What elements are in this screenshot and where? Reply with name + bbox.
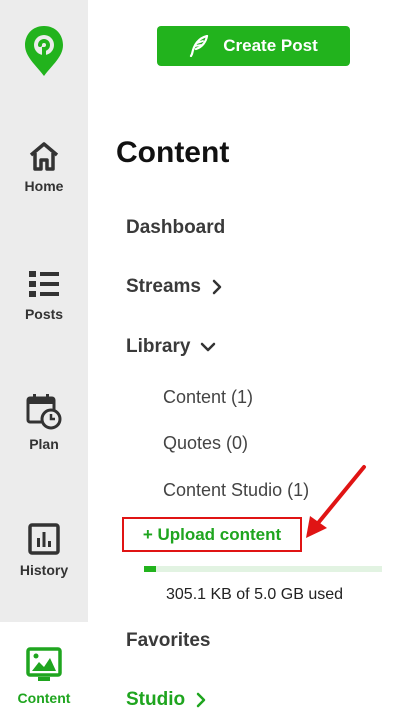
sidebar-item-content[interactable]: Content <box>0 646 88 706</box>
nav-library[interactable]: Library <box>126 336 216 358</box>
upload-highlight-box: + Upload content <box>122 517 302 552</box>
sidebar-item-posts[interactable]: Posts <box>0 268 88 322</box>
sidebar-item-label: History <box>19 562 69 578</box>
app-logo-icon[interactable] <box>23 24 65 78</box>
library-item-content[interactable]: Content (1) <box>163 387 253 408</box>
nav-favorites-label: Favorites <box>126 630 211 651</box>
sidebar-item-label: Home <box>24 178 64 194</box>
bar-chart-icon <box>28 523 60 555</box>
chevron-down-icon <box>201 342 216 352</box>
chevron-right-icon <box>212 279 222 295</box>
library-item-content-studio[interactable]: Content Studio (1) <box>163 480 309 501</box>
nav-dashboard-label: Dashboard <box>126 217 226 238</box>
library-item-quotes[interactable]: Quotes (0) <box>163 433 248 454</box>
nav-favorites[interactable]: Favorites <box>126 630 210 652</box>
feather-icon <box>190 35 209 57</box>
nav-dashboard[interactable]: Dashboard <box>126 217 225 239</box>
nav-streams[interactable]: Streams <box>126 276 223 298</box>
sidebar-item-label: Posts <box>24 306 64 322</box>
calendar-clock-icon <box>26 394 62 430</box>
create-post-label: Create Post <box>223 36 318 55</box>
nav-library-label: Library <box>126 336 191 357</box>
storage-usage-text: 305.1 KB of 5.0 GB used <box>166 586 344 603</box>
storage-usage-bar <box>144 566 382 572</box>
page-title: Content <box>116 136 230 169</box>
nav-studio-label: Studio <box>126 689 186 710</box>
storage-usage-fill <box>144 566 156 572</box>
sidebar-item-history[interactable]: History <box>0 522 88 578</box>
sidebar-item-label: Plan <box>29 436 59 452</box>
sidebar-item-plan[interactable]: Plan <box>0 392 88 452</box>
image-icon <box>26 647 62 681</box>
create-post-button[interactable]: Create Post <box>157 26 350 66</box>
home-icon <box>29 142 59 171</box>
nav-streams-label: Streams <box>126 276 201 297</box>
sidebar-item-home[interactable]: Home <box>0 140 88 194</box>
left-rail <box>0 0 88 728</box>
upload-content-link[interactable]: + Upload content <box>143 525 281 545</box>
chevron-right-icon <box>196 692 206 708</box>
list-icon <box>29 271 59 297</box>
nav-studio[interactable]: Studio <box>126 689 207 711</box>
red-arrow-annotation <box>306 465 366 538</box>
sidebar-item-label: Content <box>17 690 71 706</box>
